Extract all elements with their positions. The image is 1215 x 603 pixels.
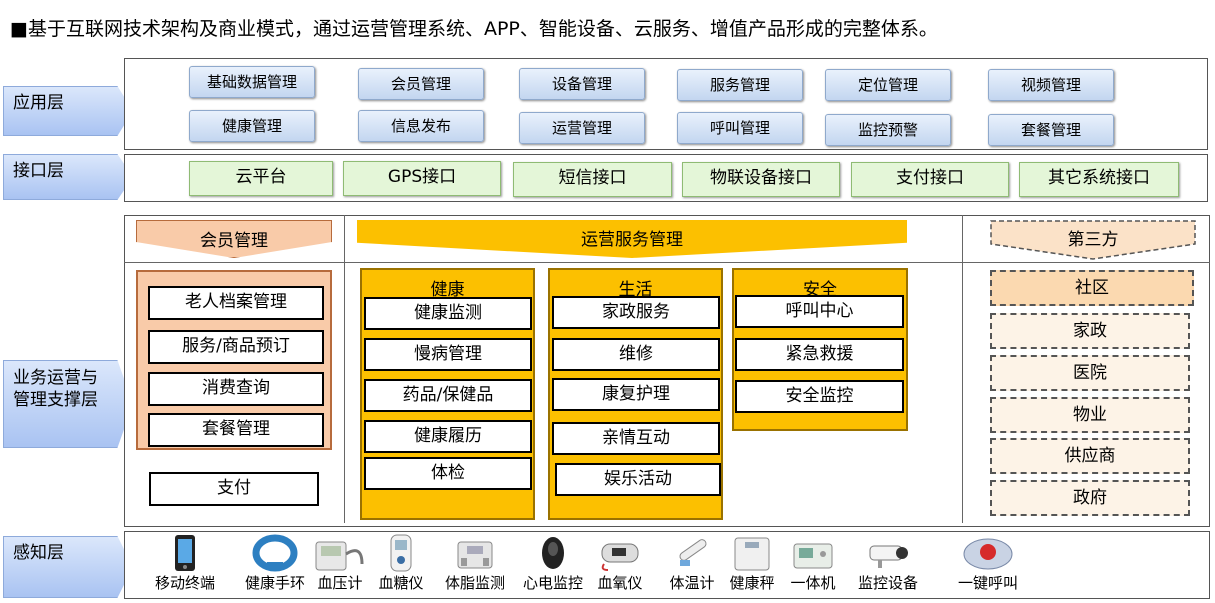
body-fat-monitor-icon bbox=[457, 541, 493, 569]
member-item-package[interactable]: 套餐管理 bbox=[148, 413, 324, 447]
interface-sms[interactable]: 短信接口 bbox=[513, 162, 672, 197]
page-title: ■基于互联网技术架构及商业模式，通过运营管理系统、APP、智能设备、云服务、增值… bbox=[10, 18, 938, 40]
device-thermometer[interactable]: 体温计 bbox=[662, 534, 722, 593]
device-ecg-label: 心电监控 bbox=[522, 574, 583, 592]
app-button-call[interactable]: 呼叫管理 bbox=[677, 112, 803, 144]
member-header-label: 会员管理 bbox=[200, 231, 268, 251]
third-item-property[interactable]: 物业 bbox=[990, 397, 1190, 433]
device-all-in-one[interactable]: 一体机 bbox=[785, 534, 841, 593]
layer-app-label: 应用层 bbox=[13, 93, 64, 113]
health-item-checkup[interactable]: 体检 bbox=[364, 457, 532, 490]
business-divider-left bbox=[344, 215, 345, 523]
thermometer-icon bbox=[679, 539, 707, 566]
life-item-rehab[interactable]: 康复护理 bbox=[552, 378, 720, 411]
life-item-housekeeping[interactable]: 家政服务 bbox=[552, 296, 720, 329]
blood-pressure-monitor-icon bbox=[315, 541, 364, 571]
third-header-label: 第三方 bbox=[1067, 230, 1119, 250]
app-button-video[interactable]: 视频管理 bbox=[988, 69, 1114, 101]
app-button-device[interactable]: 设备管理 bbox=[519, 68, 645, 100]
interface-gps[interactable]: GPS接口 bbox=[343, 161, 501, 196]
device-bp[interactable]: 血压计 bbox=[310, 534, 370, 593]
safety-item-rescue[interactable]: 紧急救援 bbox=[735, 338, 904, 371]
device-band[interactable]: 健康手环 bbox=[240, 534, 310, 593]
device-glucose-label: 血糖仪 bbox=[378, 574, 424, 592]
wristband-icon bbox=[252, 534, 298, 572]
safety-item-monitor[interactable]: 安全监控 bbox=[735, 380, 904, 413]
device-bp-label: 血压计 bbox=[317, 574, 363, 592]
member-item-pay[interactable]: 支付 bbox=[149, 472, 319, 506]
safety-item-call-center[interactable]: 呼叫中心 bbox=[735, 295, 904, 328]
third-item-hospital[interactable]: 医院 bbox=[990, 355, 1190, 391]
member-item-booking[interactable]: 服务/商品预订 bbox=[148, 330, 324, 364]
app-button-base-data[interactable]: 基础数据管理 bbox=[189, 66, 315, 98]
all-in-one-machine-icon bbox=[793, 543, 833, 569]
life-item-repair[interactable]: 维修 bbox=[552, 338, 720, 371]
layer-app: 应用层 bbox=[3, 86, 133, 136]
third-item-housekeeping[interactable]: 家政 bbox=[990, 313, 1190, 349]
business-header-divider bbox=[124, 262, 1210, 263]
app-button-member[interactable]: 会员管理 bbox=[358, 68, 484, 100]
interface-other[interactable]: 其它系统接口 bbox=[1019, 162, 1179, 197]
device-mobile[interactable]: 移动终端 bbox=[150, 534, 220, 593]
device-camera[interactable]: 监控设备 bbox=[850, 534, 926, 593]
layer-business: 业务运营与管理支撑层 bbox=[3, 360, 133, 448]
app-button-operation[interactable]: 运营管理 bbox=[519, 112, 645, 144]
oximeter-icon bbox=[601, 543, 639, 571]
health-item-monitor[interactable]: 健康监测 bbox=[364, 297, 532, 330]
life-item-entertainment[interactable]: 娱乐活动 bbox=[555, 463, 721, 496]
life-item-family[interactable]: 亲情互动 bbox=[552, 422, 720, 455]
ecg-monitor-icon bbox=[542, 537, 564, 569]
app-button-package[interactable]: 套餐管理 bbox=[988, 114, 1114, 146]
layer-sensing-label: 感知层 bbox=[13, 543, 64, 563]
device-bodyfat-label: 体脂监测 bbox=[444, 574, 505, 592]
device-ecg[interactable]: 心电监控 bbox=[518, 534, 588, 593]
app-button-health[interactable]: 健康管理 bbox=[189, 110, 315, 142]
device-glucose[interactable]: 血糖仪 bbox=[372, 534, 430, 593]
health-item-record[interactable]: 健康履历 bbox=[364, 420, 532, 453]
app-button-service[interactable]: 服务管理 bbox=[677, 69, 803, 101]
app-button-info[interactable]: 信息发布 bbox=[358, 110, 484, 142]
device-oximeter[interactable]: 血氧仪 bbox=[592, 534, 648, 593]
device-thermometer-label: 体温计 bbox=[669, 574, 715, 592]
device-scale-label: 健康秤 bbox=[729, 574, 775, 592]
device-all-in-one-label: 一体机 bbox=[790, 574, 836, 592]
member-item-profile[interactable]: 老人档案管理 bbox=[148, 286, 324, 320]
layer-business-label: 业务运营与管理支撑层 bbox=[13, 368, 98, 410]
interface-iot[interactable]: 物联设备接口 bbox=[682, 162, 840, 197]
device-scale[interactable]: 健康秤 bbox=[722, 534, 782, 593]
scale-icon bbox=[734, 537, 770, 571]
interface-cloud[interactable]: 云平台 bbox=[189, 161, 333, 196]
device-camera-label: 监控设备 bbox=[857, 574, 918, 592]
layer-sensing: 感知层 bbox=[3, 536, 133, 598]
glucose-meter-icon bbox=[390, 534, 412, 572]
device-mobile-label: 移动终端 bbox=[154, 574, 215, 592]
business-divider-right bbox=[962, 215, 963, 523]
interface-payment[interactable]: 支付接口 bbox=[851, 162, 1009, 197]
member-item-consumption[interactable]: 消费查询 bbox=[148, 372, 324, 406]
third-header: 第三方 bbox=[990, 220, 1196, 260]
device-oximeter-label: 血氧仪 bbox=[597, 574, 643, 592]
device-bodyfat[interactable]: 体脂监测 bbox=[440, 534, 510, 593]
device-band-label: 健康手环 bbox=[244, 574, 305, 592]
app-button-monitor-alert[interactable]: 监控预警 bbox=[825, 114, 951, 146]
health-item-chronic[interactable]: 慢病管理 bbox=[364, 338, 532, 371]
ops-header-label: 运营服务管理 bbox=[581, 230, 683, 250]
health-item-medicine[interactable]: 药品/保健品 bbox=[364, 379, 532, 412]
mobile-phone-icon bbox=[175, 535, 195, 571]
one-key-call-icon bbox=[963, 538, 1013, 570]
third-item-supplier[interactable]: 供应商 bbox=[990, 438, 1190, 474]
surveillance-camera-icon bbox=[869, 545, 908, 568]
device-sos[interactable]: 一键呼叫 bbox=[950, 534, 1026, 593]
app-button-location[interactable]: 定位管理 bbox=[825, 69, 951, 101]
layer-interface-label: 接口层 bbox=[13, 161, 64, 181]
device-sos-label: 一键呼叫 bbox=[957, 574, 1018, 592]
third-item-government[interactable]: 政府 bbox=[990, 480, 1190, 516]
third-item-community[interactable]: 社区 bbox=[990, 270, 1194, 306]
layer-interface: 接口层 bbox=[3, 154, 133, 200]
